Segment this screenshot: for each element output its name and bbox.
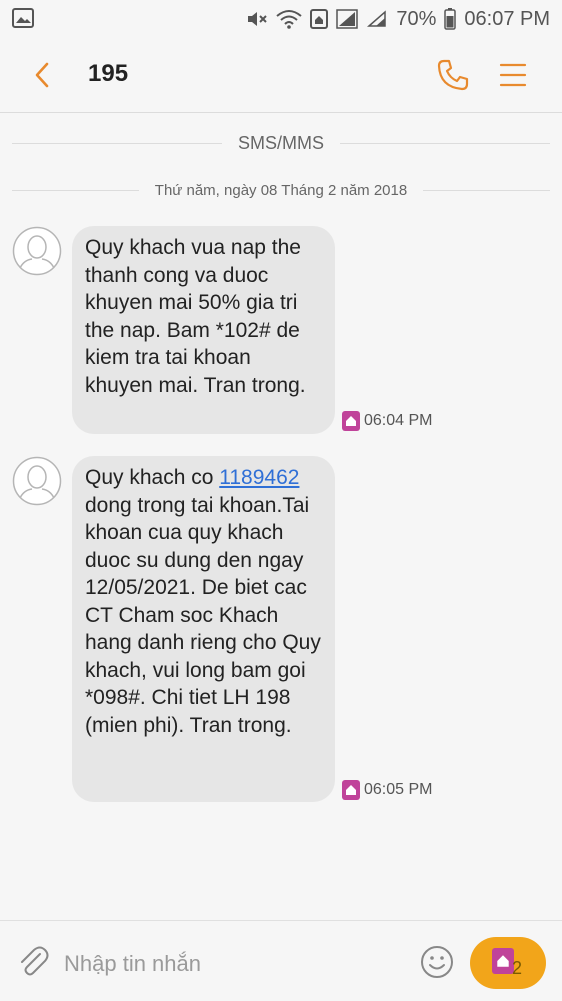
back-button[interactable] <box>28 60 58 90</box>
date-divider: Thứ năm, ngày 08 Tháng 2 năm 2018 <box>12 178 550 202</box>
wifi-icon <box>276 9 302 29</box>
image-notification-icon <box>12 8 34 33</box>
battery-percent: 70% <box>396 7 437 30</box>
sim-home-icon <box>342 411 360 431</box>
channel-label: SMS/MMS <box>238 132 325 153</box>
number-link[interactable]: 1189462 <box>219 466 299 489</box>
time-text: 06:05 PM <box>364 781 433 798</box>
sim-home-icon <box>342 780 360 800</box>
message-bubble[interactable]: Quy khach co 1189462 dong trong tai khoa… <box>72 456 335 802</box>
emoji-button[interactable] <box>420 945 454 979</box>
battery-icon <box>444 8 457 30</box>
smiley-icon <box>421 946 453 978</box>
message-text: Quy khach vua nap the thanh cong va duoc… <box>85 236 306 397</box>
status-bar: 70% 06:07 PM <box>0 0 562 38</box>
contact-title: 195 <box>88 60 129 87</box>
paperclip-icon <box>21 946 49 976</box>
phone-icon <box>437 59 469 91</box>
clock: 06:07 PM <box>464 7 550 30</box>
back-arrow-icon <box>35 62 49 88</box>
sim-number: 2 <box>512 958 523 978</box>
person-icon <box>12 456 62 506</box>
message-timestamp: 06:05 PM <box>342 779 432 801</box>
sim-home-icon <box>492 948 514 974</box>
message-input[interactable] <box>62 947 406 981</box>
mute-icon <box>246 9 268 29</box>
channel-divider: SMS/MMS <box>12 128 551 158</box>
menu-icon <box>499 63 527 87</box>
date-label: Thứ năm, ngày 08 Tháng 2 năm 2018 <box>154 181 408 199</box>
message-timestamp: 06:04 PM <box>342 410 432 432</box>
person-icon <box>12 226 62 276</box>
contact-avatar[interactable] <box>12 226 62 276</box>
composer-bar: 2 <box>0 920 562 1001</box>
message-text: Quy khach co <box>85 466 214 489</box>
attach-button[interactable] <box>16 945 50 979</box>
conversation-header: 195 <box>0 38 562 113</box>
signal-icon <box>336 9 359 29</box>
time-text: 06:04 PM <box>364 412 433 429</box>
home-sim-icon <box>310 9 329 29</box>
message-text: dong trong tai khoan.Tai khoan cua quy k… <box>85 493 321 737</box>
signal-icon <box>366 9 388 29</box>
contact-avatar[interactable] <box>12 456 62 506</box>
send-button[interactable]: 2 <box>470 937 546 989</box>
menu-button[interactable] <box>498 60 528 90</box>
call-button[interactable] <box>436 58 470 92</box>
message-bubble[interactable]: Quy khach vua nap the thanh cong va duoc… <box>72 226 335 434</box>
